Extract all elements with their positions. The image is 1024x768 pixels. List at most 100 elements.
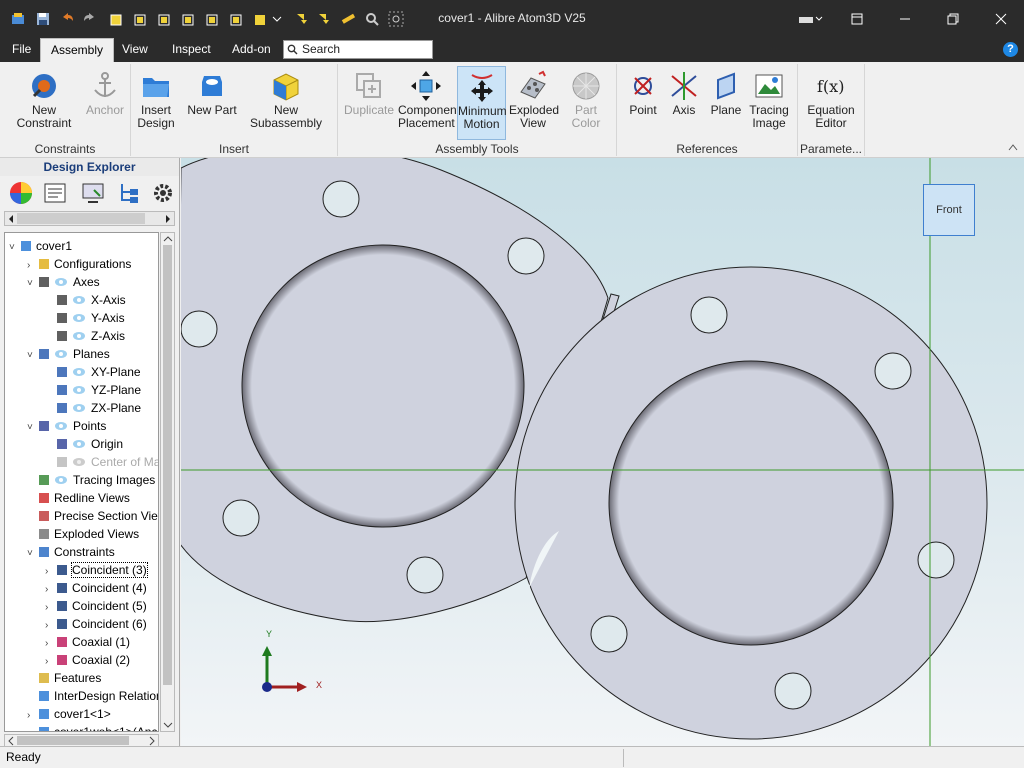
constraints-icon	[37, 545, 51, 559]
settings-gear-icon[interactable]	[150, 180, 176, 206]
collapse-ribbon-icon[interactable]	[1008, 140, 1018, 154]
tree-item[interactable]: › cover1web<1>(Anch	[27, 723, 158, 731]
design-tree: ˅ cover1 › Configurations ˅ Axes X-Axis Y-Axis Z…	[4, 232, 159, 732]
view-cube-front[interactable]: Front	[923, 184, 975, 236]
tree-item[interactable]: Exploded Views	[27, 525, 139, 543]
search-input[interactable]: Search	[283, 40, 433, 59]
bolt-hole	[222, 499, 260, 537]
tree-item[interactable]: › Coaxial (2)	[45, 651, 130, 669]
collapse-chevron-icon[interactable]: ˅	[27, 347, 37, 365]
tree-item-label: X-Axis	[91, 293, 126, 307]
visibility-eye-icon[interactable]	[72, 364, 86, 376]
graphics-viewport[interactable]: Y X Front	[181, 158, 1024, 746]
tree-item[interactable]: › Coaxial (1)	[45, 633, 130, 651]
menu-inspect[interactable]: Inspect	[168, 38, 215, 62]
tree-item[interactable]: XY-Plane	[45, 363, 141, 381]
visibility-eye-icon[interactable]	[72, 436, 86, 448]
hierarchy-icon[interactable]	[116, 180, 142, 206]
menu-add-on[interactable]: Add-on	[228, 38, 275, 62]
plane-button[interactable]: Plane	[706, 66, 746, 140]
scroll-right-icon[interactable]	[148, 736, 156, 746]
point-button[interactable]: Point	[624, 66, 662, 140]
visibility-eye-icon[interactable]	[54, 472, 68, 484]
scroll-left-icon[interactable]	[7, 736, 15, 746]
equation-editor-button[interactable]: f(x) Equation Editor	[804, 66, 858, 140]
color-wheel-icon[interactable]	[8, 180, 34, 206]
tree-item[interactable]: X-Axis	[45, 291, 126, 309]
design-view-icon[interactable]	[80, 180, 106, 206]
new-part-button[interactable]: New Part	[187, 66, 237, 140]
tree-item[interactable]: › Coincident (6)	[45, 615, 147, 633]
scroll-left-icon[interactable]	[7, 214, 15, 224]
duplicate-button[interactable]: Duplicate	[344, 66, 394, 140]
menu-file[interactable]: File	[8, 38, 35, 62]
tree-item[interactable]: ˅ Constraints	[27, 543, 115, 561]
cover-part-right[interactable]	[514, 266, 988, 740]
exploded-view-button[interactable]: Exploded View	[509, 66, 559, 140]
coincident-icon	[55, 599, 69, 613]
visibility-eye-icon[interactable]	[72, 310, 86, 322]
tree-item[interactable]: ZX-Plane	[45, 399, 141, 417]
new-subassembly-button[interactable]: New Subassembly	[240, 66, 332, 140]
visibility-eye-icon[interactable]	[54, 418, 68, 430]
tree-item[interactable]: ˅ cover1	[9, 237, 72, 255]
properties-icon[interactable]	[42, 180, 68, 206]
tree-item[interactable]: Tracing Images	[27, 471, 155, 489]
part-color-button[interactable]: Part Color	[560, 66, 612, 140]
tree-item[interactable]: InterDesign Relation	[27, 687, 158, 705]
minimize-icon[interactable]	[882, 0, 928, 38]
menu-assembly[interactable]: Assembly	[40, 38, 115, 62]
menu-view[interactable]: View	[118, 38, 152, 62]
help-icon[interactable]: ?	[1003, 42, 1018, 57]
new-constraint-button[interactable]: New Constraint	[6, 66, 82, 140]
minimum-motion-button[interactable]: Minimum Motion	[457, 66, 507, 140]
tree-item[interactable]: › cover1<1>	[27, 705, 111, 723]
collapse-chevron-icon[interactable]: ˅	[27, 419, 37, 437]
tree-item[interactable]: ˅ Points	[27, 417, 106, 435]
tree-item[interactable]: Y-Axis	[45, 309, 125, 327]
tabs-horizontal-scrollbar[interactable]	[4, 211, 175, 226]
tree-item[interactable]: YZ-Plane	[45, 381, 141, 399]
restore-icon[interactable]	[930, 0, 976, 38]
collapse-chevron-icon[interactable]: ˅	[27, 545, 37, 563]
visibility-eye-icon[interactable]	[54, 346, 68, 358]
visibility-eye-icon[interactable]	[72, 400, 86, 412]
display-options-icon[interactable]	[790, 0, 830, 38]
scroll-down-icon[interactable]	[163, 721, 173, 729]
model-canvas[interactable]	[181, 158, 1024, 746]
tree-item[interactable]: Z-Axis	[45, 327, 125, 345]
collapse-chevron-icon[interactable]: ˅	[27, 275, 37, 293]
scroll-up-icon[interactable]	[163, 235, 173, 243]
insert-design-button[interactable]: Insert Design	[135, 66, 177, 140]
collapse-chevron-icon[interactable]: ˅	[9, 239, 19, 257]
tree-item[interactable]: Center of Ma	[45, 453, 158, 471]
ribbon-display-icon[interactable]	[834, 0, 880, 38]
tree-item[interactable]: Origin	[45, 435, 123, 453]
tree-item[interactable]: › Configurations	[27, 255, 131, 273]
tree-item[interactable]: Features	[27, 669, 101, 687]
tree-item[interactable]: Redline Views	[27, 489, 130, 507]
tree-item[interactable]: Precise Section View	[27, 507, 158, 525]
close-icon[interactable]	[978, 0, 1024, 38]
point-icon	[55, 437, 69, 451]
tree-item[interactable]: › Coincident (4)	[45, 579, 147, 597]
visibility-eye-icon[interactable]	[54, 274, 68, 286]
plane-icon	[55, 383, 69, 397]
anchored-part-icon	[37, 725, 51, 731]
visibility-eye-icon[interactable]	[72, 382, 86, 394]
axis-label: Axis	[672, 103, 696, 117]
tree-item[interactable]: › Coincident (3)	[45, 561, 148, 579]
tree-item[interactable]: ˅ Planes	[27, 345, 110, 363]
expand-chevron-icon[interactable]: ›	[27, 725, 37, 731]
visibility-eye-icon[interactable]	[72, 454, 86, 466]
anchor-button[interactable]: Anchor	[84, 66, 126, 140]
tree-vertical-scrollbar[interactable]	[160, 232, 175, 732]
component-placement-button[interactable]: Component Placement	[398, 66, 460, 140]
scroll-right-icon[interactable]	[164, 214, 172, 224]
visibility-eye-icon[interactable]	[72, 328, 86, 340]
visibility-eye-icon[interactable]	[72, 292, 86, 304]
tracing-image-button[interactable]: Tracing Image	[748, 66, 790, 140]
tree-item[interactable]: ˅ Axes	[27, 273, 100, 291]
tree-item[interactable]: › Coincident (5)	[45, 597, 147, 615]
axis-button[interactable]: Axis	[666, 66, 702, 140]
